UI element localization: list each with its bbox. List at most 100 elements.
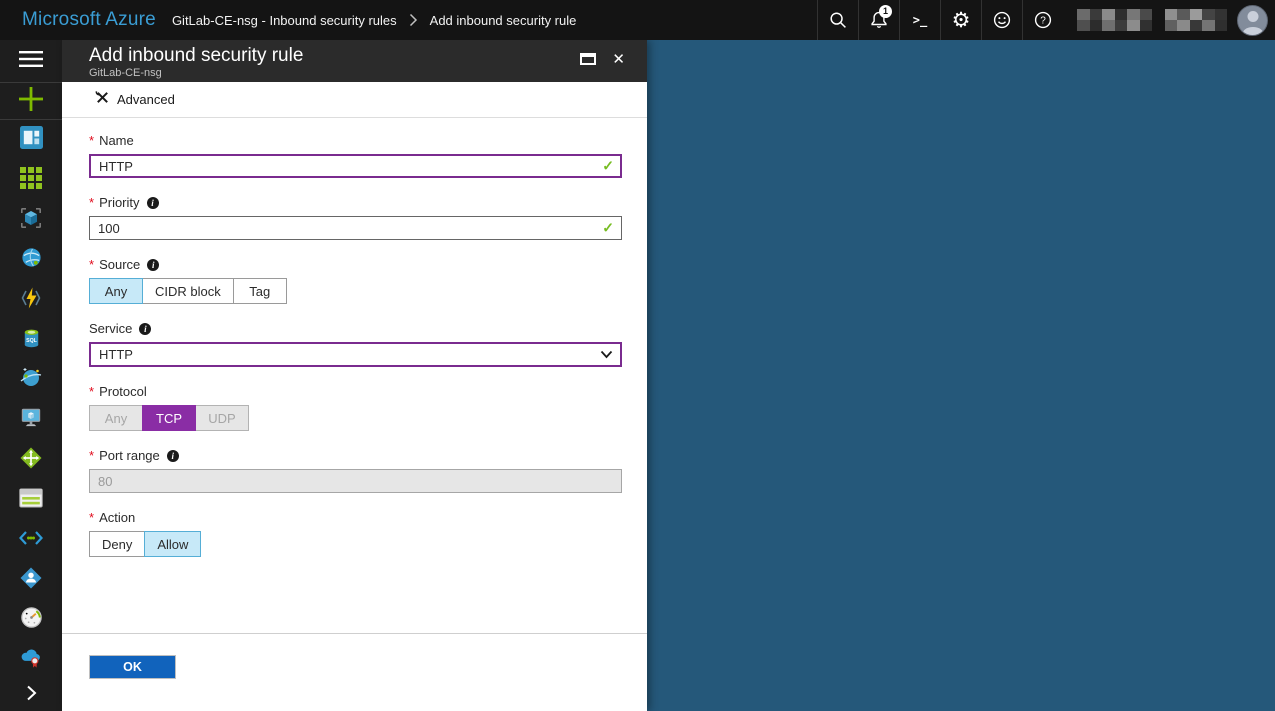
plus-icon xyxy=(19,87,43,116)
service-dropdown[interactable]: HTTP xyxy=(89,342,622,367)
sidebar: SQL xyxy=(0,40,62,711)
storage-icon xyxy=(19,488,43,513)
sidebar-item-create-resource[interactable] xyxy=(0,83,62,120)
protocol-label: * Protocol xyxy=(89,384,622,399)
notification-badge: 1 xyxy=(879,5,892,18)
valid-check-icon: ✓ xyxy=(602,220,614,237)
user-account[interactable] xyxy=(1063,0,1275,40)
blade-footer: OK xyxy=(62,633,647,711)
info-icon[interactable]: i xyxy=(139,323,151,335)
action-option-deny[interactable]: Deny xyxy=(89,531,145,557)
user-name-redacted xyxy=(1077,9,1227,31)
svg-text:SQL: SQL xyxy=(26,337,38,343)
avatar[interactable] xyxy=(1237,5,1268,36)
action-option-allow[interactable]: Allow xyxy=(144,531,201,557)
valid-check-icon: ✓ xyxy=(602,158,614,175)
sidebar-item-dashboard[interactable] xyxy=(0,120,62,160)
monitor-vm-icon xyxy=(19,406,43,434)
help-button[interactable]: ? xyxy=(1022,0,1063,40)
sidebar-item-virtual-networks[interactable] xyxy=(0,520,62,560)
chevron-down-icon xyxy=(600,346,613,364)
sidebar-item-menu[interactable] xyxy=(0,40,62,83)
info-icon[interactable]: i xyxy=(167,450,179,462)
load-balancer-icon xyxy=(19,446,43,475)
sidebar-expand-button[interactable] xyxy=(0,679,62,711)
sidebar-item-cosmos-db[interactable] xyxy=(0,360,62,400)
required-marker: * xyxy=(89,384,94,399)
field-service: Service i HTTP xyxy=(89,321,622,367)
advisor-cloud-icon xyxy=(19,646,43,674)
sidebar-item-advisor[interactable] xyxy=(0,640,62,680)
sidebar-item-monitor[interactable] xyxy=(0,600,62,640)
source-option-any[interactable]: Any xyxy=(89,278,143,304)
priority-label: * Priority i xyxy=(89,195,622,210)
sidebar-item-azure-active-directory[interactable] xyxy=(0,560,62,600)
sidebar-item-function-apps[interactable] xyxy=(0,280,62,320)
field-protocol: * Protocol Any TCP UDP xyxy=(89,384,622,431)
all-services-grid-icon xyxy=(20,167,42,194)
blade-subtitle: GitLab-CE-nsg xyxy=(89,67,622,80)
maximize-icon[interactable] xyxy=(580,53,596,65)
service-label: Service i xyxy=(89,321,622,336)
sidebar-item-storage-accounts[interactable] xyxy=(0,480,62,520)
chevron-right-icon xyxy=(23,684,39,707)
sidebar-item-app-services[interactable] xyxy=(0,240,62,280)
port-range-label: * Port range i xyxy=(89,448,622,463)
action-toggle-group: Deny Allow xyxy=(89,531,622,557)
add-inbound-rule-blade: Add inbound security rule GitLab-CE-nsg … xyxy=(62,40,647,711)
info-icon[interactable]: i xyxy=(147,197,159,209)
sidebar-item-load-balancers[interactable] xyxy=(0,440,62,480)
field-action: * Action Deny Allow xyxy=(89,510,622,557)
info-icon[interactable]: i xyxy=(147,259,159,271)
vm-cube-icon xyxy=(19,206,43,235)
source-label: * Source i xyxy=(89,257,622,272)
name-label: * Name xyxy=(89,133,622,148)
protocol-toggle-group: Any TCP UDP xyxy=(89,405,622,431)
cloud-shell-button[interactable]: >_ xyxy=(899,0,940,40)
field-source: * Source i Any CIDR block Tag xyxy=(89,257,622,304)
sidebar-item-virtual-machines[interactable] xyxy=(0,200,62,240)
sidebar-item-all-services[interactable] xyxy=(0,160,62,200)
protocol-option-any: Any xyxy=(89,405,143,431)
priority-input[interactable] xyxy=(89,216,622,240)
close-icon[interactable]: ✕ xyxy=(612,50,625,68)
azure-logo[interactable]: Microsoft Azure xyxy=(22,9,156,31)
protocol-option-udp: UDP xyxy=(195,405,249,431)
avatar-body xyxy=(1242,27,1263,36)
advanced-button[interactable]: Advanced xyxy=(95,90,175,110)
port-range-input xyxy=(89,469,622,493)
required-marker: * xyxy=(89,195,94,210)
field-port-range: * Port range i xyxy=(89,448,622,493)
name-input[interactable] xyxy=(89,154,622,178)
required-marker: * xyxy=(89,510,94,525)
form-body: * Name ✓ * Priority i ✓ * Sour xyxy=(62,118,647,633)
sidebar-item-virtual-machines-classic[interactable] xyxy=(0,400,62,440)
action-label: * Action xyxy=(89,510,622,525)
required-marker: * xyxy=(89,448,94,463)
blade-title: Add inbound security rule xyxy=(89,45,622,67)
top-bar: Microsoft Azure GitLab-CE-nsg - Inbound … xyxy=(0,0,1275,40)
ok-button[interactable]: OK xyxy=(89,655,176,679)
search-button[interactable] xyxy=(817,0,858,40)
notifications-button[interactable]: 1 xyxy=(858,0,899,40)
source-option-cidr-block[interactable]: CIDR block xyxy=(142,278,234,304)
source-option-tag[interactable]: Tag xyxy=(233,278,287,304)
breadcrumb-parent[interactable]: GitLab-CE-nsg - Inbound security rules xyxy=(172,13,397,28)
aad-shield-icon xyxy=(19,566,43,595)
help-icon: ? xyxy=(1033,10,1053,30)
required-marker: * xyxy=(89,133,94,148)
lightning-icon xyxy=(19,286,43,315)
sql-database-icon: SQL xyxy=(20,326,43,355)
dashboard-icon xyxy=(20,126,43,154)
gear-icon: ⚙ xyxy=(952,10,971,31)
gauge-icon xyxy=(20,606,43,634)
blade-toolbar: Advanced xyxy=(62,82,647,118)
protocol-option-tcp: TCP xyxy=(142,405,196,431)
sidebar-item-sql-databases[interactable]: SQL xyxy=(0,320,62,360)
hamburger-menu-icon xyxy=(19,51,43,72)
feedback-button[interactable] xyxy=(981,0,1022,40)
field-priority: * Priority i ✓ xyxy=(89,195,622,240)
virtual-network-icon xyxy=(18,530,44,551)
settings-button[interactable]: ⚙ xyxy=(940,0,981,40)
advanced-label: Advanced xyxy=(117,92,175,107)
